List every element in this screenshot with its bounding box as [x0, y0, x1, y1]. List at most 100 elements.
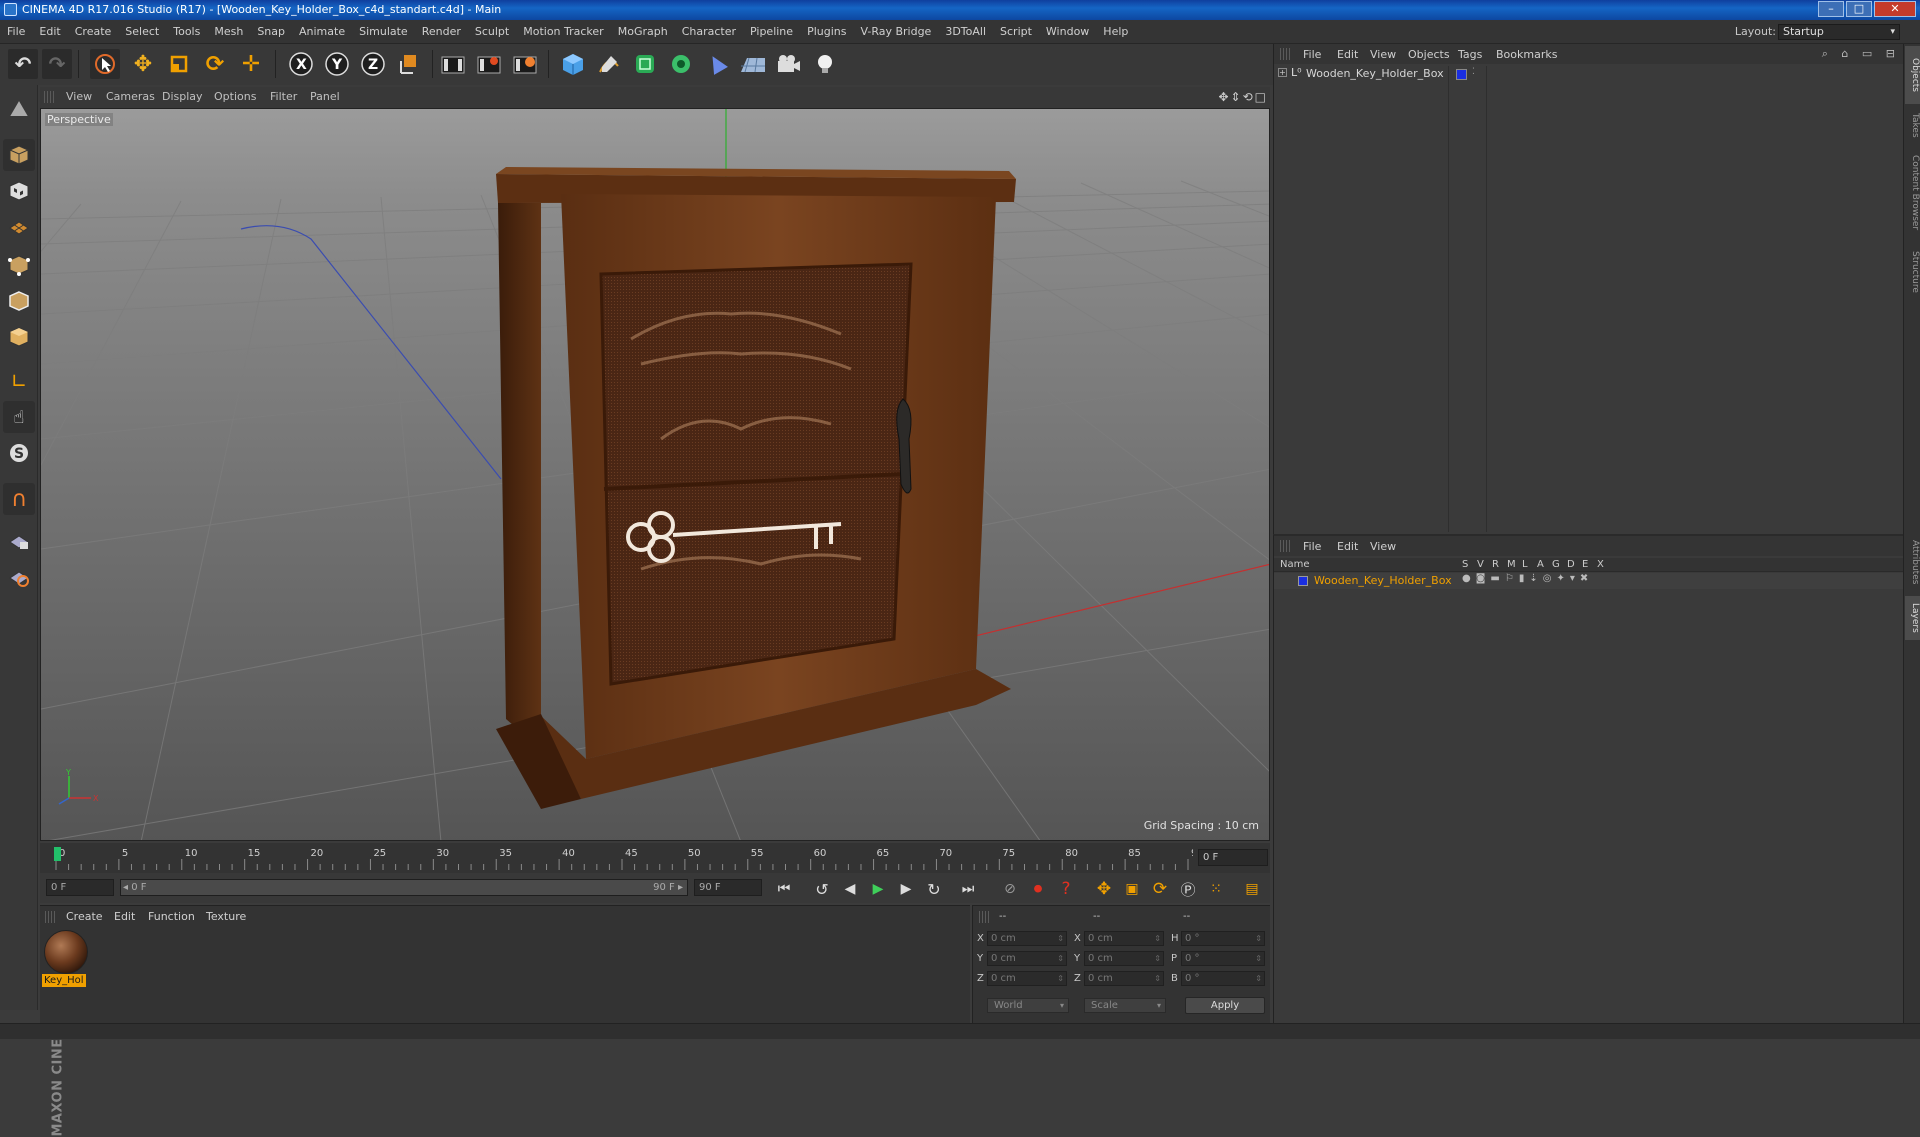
- auto-keying-icon[interactable]: ⏺: [1026, 877, 1050, 901]
- key-rotation-icon[interactable]: ⟳: [1148, 877, 1172, 901]
- minimize-button[interactable]: –: [1818, 1, 1844, 17]
- tab-layers[interactable]: Layers: [1905, 596, 1920, 640]
- material-menu-function[interactable]: Function: [148, 910, 195, 923]
- menu-plugins[interactable]: Plugins: [800, 20, 853, 44]
- layout-select[interactable]: Startup: [1778, 24, 1900, 40]
- menu-render[interactable]: Render: [415, 20, 468, 44]
- menu-snap[interactable]: Snap: [250, 20, 292, 44]
- key-position-icon[interactable]: ✥: [1092, 877, 1116, 901]
- material-menu-create[interactable]: Create: [66, 910, 103, 923]
- workplane-mode-icon[interactable]: [3, 211, 35, 243]
- viewport-menu-view[interactable]: View: [66, 90, 92, 103]
- previous-key-icon[interactable]: ↺: [810, 877, 834, 901]
- next-key-icon[interactable]: ↻: [922, 877, 946, 901]
- objects-menu-objects[interactable]: Objects: [1408, 48, 1450, 61]
- object-tree[interactable]: + L⁰ Wooden_Key_Holder_Box ⁚: [1274, 66, 1904, 532]
- go-to-start-icon[interactable]: ⏮: [772, 877, 796, 901]
- cube-object-icon[interactable]: [558, 49, 588, 79]
- menu-animate[interactable]: Animate: [292, 20, 352, 44]
- expand-toggle-icon[interactable]: +: [1278, 68, 1287, 77]
- tweak-mode-icon[interactable]: ☝: [3, 401, 35, 433]
- z-axis-lock-icon[interactable]: Z: [358, 49, 388, 79]
- render-settings-icon[interactable]: [510, 49, 540, 79]
- timeline-ruler[interactable]: 051015202530354045505560657075808590 0 F: [40, 843, 1270, 873]
- layers-menu-edit[interactable]: Edit: [1337, 540, 1358, 553]
- menu-sculpt[interactable]: Sculpt: [468, 20, 516, 44]
- undo-icon[interactable]: ↶: [8, 49, 38, 79]
- polygons-mode-icon[interactable]: [3, 321, 35, 353]
- layer-toggle-icons[interactable]: ●◙▬⚐▮⇣◎✦▾✖: [1462, 573, 1593, 584]
- edges-mode-icon[interactable]: [3, 285, 35, 317]
- objects-menu-edit[interactable]: Edit: [1337, 48, 1358, 61]
- deformer-icon[interactable]: [702, 49, 732, 79]
- keyframe-selection-icon[interactable]: ?: [1054, 877, 1078, 901]
- coordinate-system-icon[interactable]: [394, 49, 424, 79]
- maximize-button[interactable]: □: [1846, 1, 1872, 17]
- material-thumbnail[interactable]: [44, 930, 88, 974]
- camera-object-icon[interactable]: [774, 49, 804, 79]
- magnet-icon[interactable]: ∩: [3, 483, 35, 515]
- apply-button[interactable]: Apply: [1185, 997, 1265, 1014]
- position-y-field[interactable]: 0 cm: [987, 951, 1067, 966]
- snapping-icon[interactable]: S: [3, 437, 35, 469]
- tab-attributes[interactable]: Attributes: [1905, 530, 1920, 594]
- menu-mesh[interactable]: Mesh: [207, 20, 250, 44]
- live-select-icon[interactable]: ✛: [236, 49, 266, 79]
- rotation-h-field[interactable]: 0 °: [1181, 931, 1265, 946]
- layer-color-swatch[interactable]: [1298, 576, 1308, 586]
- tab-takes[interactable]: Takes: [1905, 106, 1920, 144]
- layers-menu-file[interactable]: File: [1303, 540, 1321, 553]
- object-manager-tool-icons[interactable]: ⌕ ⌂ ▭ ⊟: [1822, 47, 1900, 61]
- previous-frame-icon[interactable]: ◀: [838, 877, 862, 901]
- menu-motion-tracker[interactable]: Motion Tracker: [516, 20, 610, 44]
- redo-icon[interactable]: ↷: [42, 49, 72, 79]
- 3d-viewport[interactable]: Perspective Grid Spacing : 10 cm YX: [40, 108, 1270, 841]
- y-axis-lock-icon[interactable]: Y: [322, 49, 352, 79]
- axis-mode-icon[interactable]: ∟: [3, 365, 35, 397]
- rotation-p-field[interactable]: 0 °: [1181, 951, 1265, 966]
- tab-structure[interactable]: Structure: [1905, 242, 1920, 302]
- menu-character[interactable]: Character: [675, 20, 743, 44]
- go-to-end-icon[interactable]: ⏭: [956, 877, 980, 901]
- subdivision-surface-icon[interactable]: [630, 49, 660, 79]
- menu-pipeline[interactable]: Pipeline: [743, 20, 800, 44]
- viewport-menu-options[interactable]: Options: [214, 90, 256, 103]
- scale-tool-icon[interactable]: [164, 49, 194, 79]
- size-x-field[interactable]: 0 cm: [1084, 931, 1164, 946]
- menu-vray-bridge[interactable]: V-Ray Bridge: [853, 20, 938, 44]
- pen-spline-icon[interactable]: [594, 49, 624, 79]
- cloner-icon[interactable]: [666, 49, 696, 79]
- move-tool-icon[interactable]: ✥: [128, 49, 158, 79]
- viewport-navigation-icons[interactable]: ✥⇕⟲□: [1218, 90, 1268, 104]
- key-parameter-icon[interactable]: Ⓟ: [1176, 877, 1200, 901]
- menu-mograph[interactable]: MoGraph: [611, 20, 675, 44]
- menu-tools[interactable]: Tools: [166, 20, 207, 44]
- layer-row[interactable]: Wooden_Key_Holder_Box ●◙▬⚐▮⇣◎✦▾✖: [1274, 573, 1904, 589]
- next-frame-icon[interactable]: ▶: [894, 877, 918, 901]
- menu-script[interactable]: Script: [993, 20, 1039, 44]
- menu-create[interactable]: Create: [68, 20, 119, 44]
- menu-help[interactable]: Help: [1096, 20, 1135, 44]
- position-z-field[interactable]: 0 cm: [987, 971, 1067, 986]
- frame-ruler[interactable]: 051015202530354045505560657075808590: [48, 845, 1193, 871]
- layers-menu-view[interactable]: View: [1370, 540, 1396, 553]
- layer-name[interactable]: Wooden_Key_Holder_Box: [1314, 574, 1452, 587]
- position-x-field[interactable]: 0 cm: [987, 931, 1067, 946]
- key-scale-icon[interactable]: ▣: [1120, 877, 1144, 901]
- tab-content-browser[interactable]: Content Browser: [1905, 146, 1920, 240]
- model-mode-icon[interactable]: [3, 139, 35, 171]
- size-y-field[interactable]: 0 cm: [1084, 951, 1164, 966]
- viewport-menu-display[interactable]: Display: [162, 90, 203, 103]
- viewport-menu-filter[interactable]: Filter: [270, 90, 297, 103]
- coordinate-space-select[interactable]: World: [987, 998, 1069, 1013]
- size-z-field[interactable]: 0 cm: [1084, 971, 1164, 986]
- sculpt-mode-icon[interactable]: ⛰: [3, 93, 35, 125]
- object-name[interactable]: Wooden_Key_Holder_Box: [1306, 67, 1444, 80]
- floor-object-icon[interactable]: [738, 49, 768, 79]
- playhead-marker[interactable]: [54, 847, 61, 861]
- layer-color-swatch[interactable]: [1456, 69, 1467, 80]
- objects-menu-bookmarks[interactable]: Bookmarks: [1496, 48, 1557, 61]
- current-frame-field[interactable]: 0 F: [1198, 849, 1268, 866]
- workplane-lock-icon[interactable]: [3, 525, 35, 557]
- material-menu-texture[interactable]: Texture: [206, 910, 246, 923]
